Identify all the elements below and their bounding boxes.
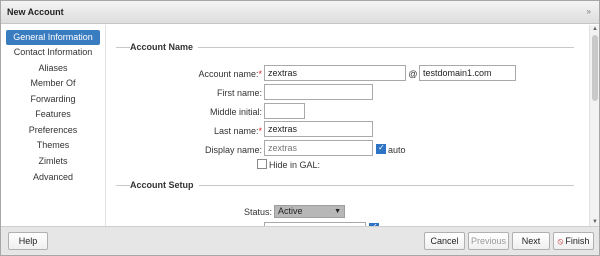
cancel-circle-icon: ⦸: [557, 236, 564, 246]
title-bar: New Account »: [1, 1, 599, 24]
hide-in-gal-checkbox[interactable]: [257, 159, 267, 169]
middle-initial-label: Middle initial:: [209, 107, 262, 117]
scroll-thumb[interactable]: [592, 35, 598, 101]
cancel-button[interactable]: Cancel: [424, 232, 465, 250]
finish-button[interactable]: ⦸ Finish: [553, 232, 594, 250]
help-button[interactable]: Help: [8, 232, 48, 250]
account-name-input[interactable]: zextras: [264, 65, 406, 81]
vertical-scrollbar[interactable]: ▲ ▼: [589, 25, 599, 226]
sidebar-item-features[interactable]: Features: [6, 107, 100, 122]
status-value: Active: [278, 206, 303, 216]
middle-initial-input[interactable]: [264, 103, 305, 119]
sidebar-item-general-information[interactable]: General Information: [6, 30, 100, 45]
required-marker: *: [258, 126, 262, 136]
sidebar-item-forwarding[interactable]: Forwarding: [6, 92, 100, 107]
at-sign: @: [408, 69, 418, 79]
account-name-label: Account name:*: [198, 69, 262, 79]
sidebar-item-member-of[interactable]: Member Of: [6, 76, 100, 91]
scroll-up-icon[interactable]: ▲: [592, 26, 598, 32]
first-name-input[interactable]: [264, 84, 373, 100]
sidebar-item-contact-information[interactable]: Contact Information: [6, 45, 100, 60]
status-label: Status:: [243, 207, 272, 217]
domain-input[interactable]: testdomain1.com: [419, 65, 516, 81]
dialog-title: New Account: [7, 7, 64, 17]
status-select[interactable]: Active ▼: [274, 205, 345, 218]
display-name-auto-label: auto: [388, 145, 406, 155]
last-name-input[interactable]: zextras: [264, 121, 373, 137]
sidebar-item-preferences[interactable]: Preferences: [6, 123, 100, 138]
section-title-account-setup: Account Setup: [130, 180, 199, 190]
previous-button[interactable]: Previous: [468, 232, 509, 250]
section-title-account-name: Account Name: [130, 42, 199, 52]
next-button[interactable]: Next: [512, 232, 550, 250]
sidebar-item-advanced[interactable]: Advanced: [6, 170, 100, 185]
form-panel[interactable]: Account Name Account name:* zextras @ te…: [105, 25, 589, 226]
dialog-footer: Help Cancel Previous Next ⦸ Finish: [1, 226, 599, 255]
last-name-label: Last name:*: [213, 126, 262, 136]
sidebar-item-aliases[interactable]: Aliases: [6, 61, 100, 76]
scroll-down-icon[interactable]: ▼: [592, 219, 598, 225]
expand-icon[interactable]: »: [587, 7, 591, 16]
finish-label: Finish: [565, 236, 590, 246]
display-name-auto-checkbox[interactable]: [376, 143, 386, 154]
sidebar: General Information Contact Information …: [1, 25, 104, 226]
display-name-input[interactable]: zextras: [264, 140, 373, 156]
hide-in-gal-label: Hide in GAL:: [269, 160, 321, 170]
new-account-dialog: New Account » General Information Contac…: [0, 0, 600, 256]
required-marker: *: [258, 69, 262, 79]
display-name-label: Display name:: [204, 145, 262, 155]
sidebar-item-themes[interactable]: Themes: [6, 138, 100, 153]
sidebar-item-zimlets[interactable]: Zimlets: [6, 154, 100, 169]
chevron-down-icon: ▼: [334, 208, 341, 215]
first-name-label: First name:: [216, 88, 262, 98]
